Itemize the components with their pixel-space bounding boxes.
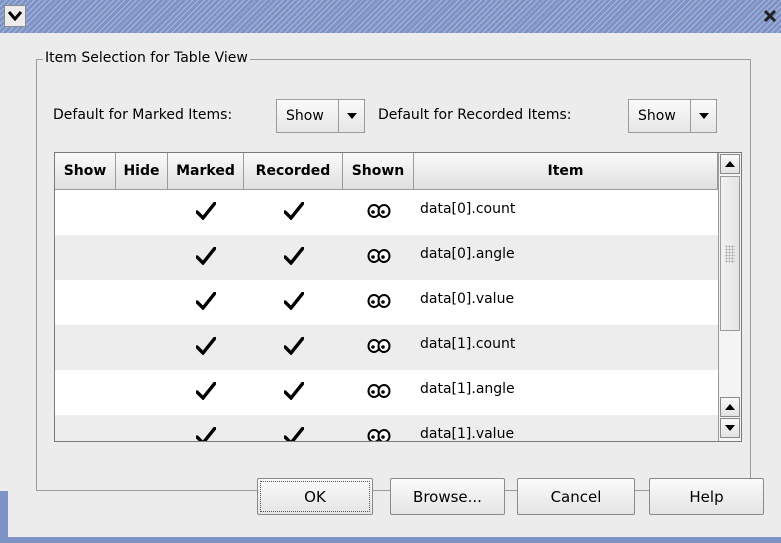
item-name: data[1].count	[420, 335, 516, 352]
eyes-icon	[343, 235, 414, 280]
ok-button[interactable]: OK	[257, 478, 373, 515]
eyes-icon	[343, 325, 414, 370]
item-name: data[1].angle	[420, 380, 515, 397]
item-name: data[1].value	[420, 425, 515, 442]
table-row[interactable]: data[1].angle	[55, 370, 718, 415]
checkmark-icon	[168, 370, 244, 415]
table-row[interactable]: data[1].count	[55, 325, 718, 370]
table-vertical-scrollbar[interactable]	[718, 153, 741, 441]
scrollbar-thumb[interactable]	[720, 176, 740, 331]
table-row[interactable]: data[0].count	[55, 190, 718, 235]
show-cell[interactable]	[55, 280, 116, 325]
table-row[interactable]: data[1].value	[55, 415, 718, 442]
item-name: data[0].count	[420, 200, 516, 217]
eyes-icon	[343, 280, 414, 325]
show-cell[interactable]	[55, 370, 116, 415]
checkmark-icon	[168, 190, 244, 235]
window-titlebar[interactable]	[0, 0, 781, 33]
hide-cell[interactable]	[116, 325, 168, 370]
column-header-recorded[interactable]: Recorded	[244, 153, 343, 190]
cancel-button[interactable]: Cancel	[517, 478, 635, 515]
scroll-up-button[interactable]	[720, 154, 740, 174]
eyes-icon	[343, 190, 414, 235]
marked-items-select[interactable]: Show	[276, 99, 365, 133]
checkmark-icon	[168, 280, 244, 325]
checkmark-icon	[244, 415, 343, 441]
close-icon	[763, 9, 777, 23]
checkmark-icon	[168, 325, 244, 370]
recorded-items-select[interactable]: Show	[628, 99, 717, 133]
window-menu-button[interactable]	[4, 5, 26, 27]
column-header-marked[interactable]: Marked	[168, 153, 244, 190]
column-header-item[interactable]: Item	[414, 153, 718, 190]
show-cell[interactable]	[55, 415, 116, 441]
arrow-down-icon	[725, 425, 735, 431]
item-name: data[0].value	[420, 290, 515, 307]
checkmark-icon	[244, 370, 343, 415]
group-title: Item Selection for Table View	[43, 50, 250, 66]
column-header-hide[interactable]: Hide	[116, 153, 168, 190]
table-row[interactable]: data[0].angle	[55, 235, 718, 280]
marked-items-label: Default for Marked Items:	[53, 107, 233, 123]
help-button[interactable]: Help	[649, 478, 764, 515]
hide-cell[interactable]	[116, 235, 168, 280]
hide-cell[interactable]	[116, 280, 168, 325]
window-frame-bottom	[8, 537, 781, 543]
checkmark-icon	[244, 280, 343, 325]
item-table: Show Hide Marked Recorded Shown Item dat…	[54, 152, 742, 442]
checkmark-icon	[244, 235, 343, 280]
column-header-show[interactable]: Show	[55, 153, 116, 190]
window-frame-left	[0, 33, 8, 543]
scroll-up-button[interactable]	[720, 397, 740, 417]
dialog-body: Item Selection for Table View Default fo…	[8, 33, 781, 543]
chevron-down-icon	[8, 11, 22, 21]
window-close-button[interactable]	[759, 5, 781, 27]
recorded-items-label: Default for Recorded Items:	[378, 107, 572, 123]
hide-cell[interactable]	[116, 415, 168, 441]
table-header: Show Hide Marked Recorded Shown Item	[55, 153, 718, 190]
recorded-items-value: Show	[629, 100, 691, 132]
dropdown-arrow-icon	[691, 100, 716, 132]
arrow-up-icon	[725, 161, 735, 167]
show-cell[interactable]	[55, 190, 116, 235]
table-body: data[0].count data[0].angle data[0].valu…	[55, 190, 718, 442]
marked-items-value: Show	[277, 100, 339, 132]
hide-cell[interactable]	[116, 370, 168, 415]
dropdown-arrow-icon	[339, 100, 364, 132]
hide-cell[interactable]	[116, 190, 168, 235]
eyes-icon	[343, 415, 414, 441]
checkmark-icon	[168, 415, 244, 441]
column-header-shown[interactable]: Shown	[343, 153, 414, 190]
arrow-up-icon	[725, 404, 735, 410]
browse-button[interactable]: Browse...	[390, 478, 505, 515]
eyes-icon	[343, 370, 414, 415]
scroll-down-button[interactable]	[720, 418, 740, 438]
item-name: data[0].angle	[420, 245, 515, 262]
show-cell[interactable]	[55, 325, 116, 370]
checkmark-icon	[168, 235, 244, 280]
show-cell[interactable]	[55, 235, 116, 280]
table-row[interactable]: data[0].value	[55, 280, 718, 325]
checkmark-icon	[244, 325, 343, 370]
checkmark-icon	[244, 190, 343, 235]
